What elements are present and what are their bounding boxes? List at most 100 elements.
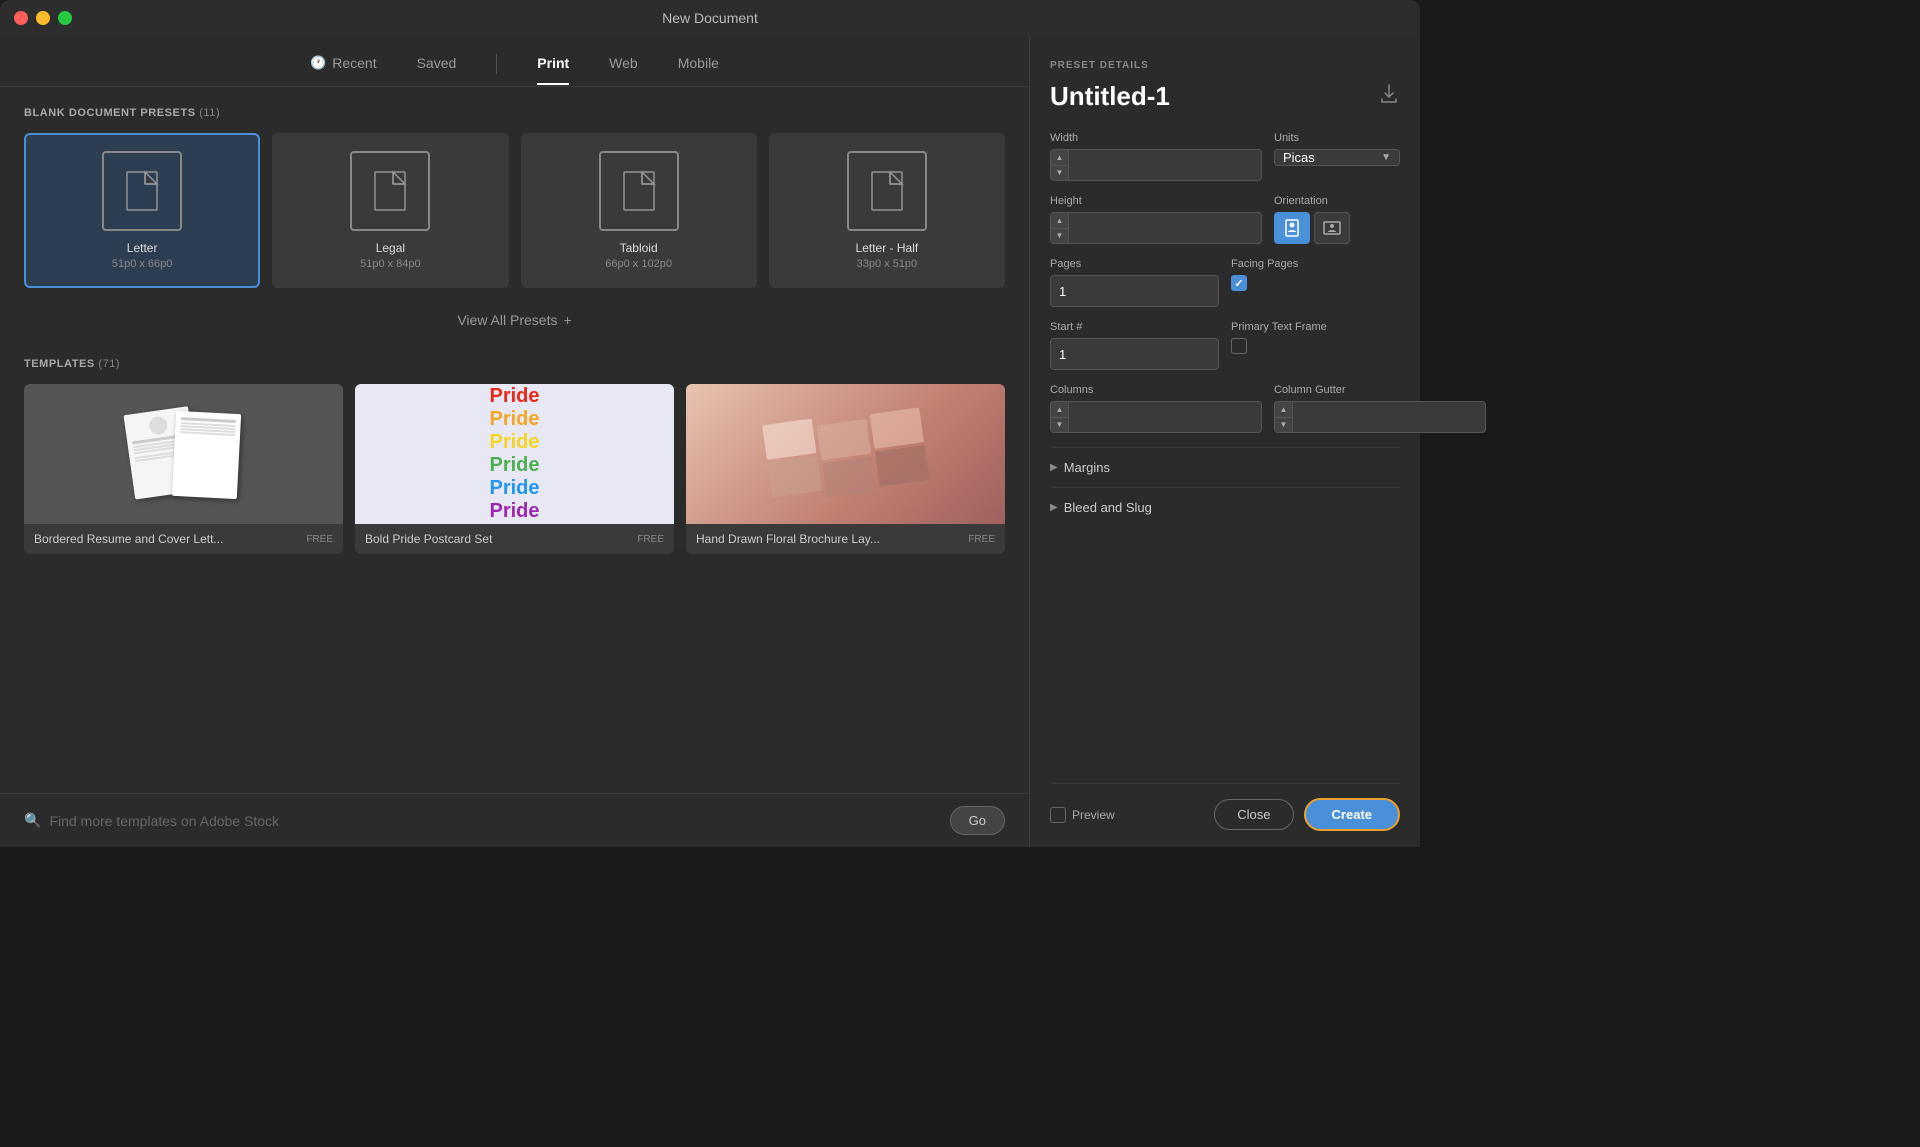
stock-search-bar: 🔍 Find more templates on Adobe Stock Go (0, 793, 1029, 847)
columns-down[interactable]: ▼ (1051, 418, 1068, 433)
templates-label: TEMPLATES (24, 358, 95, 370)
facing-pages-checkbox[interactable]: ✓ (1231, 275, 1247, 291)
templates-grid: Bordered Resume and Cover Lett... FREE P… (24, 384, 1005, 554)
bleed-slug-collapsible: ▶ Bleed and Slug (1050, 487, 1400, 527)
start-hash-value: 1 (1059, 347, 1066, 362)
recent-icon: 🕐 (310, 55, 326, 71)
preset-letter-icon (102, 151, 182, 231)
search-icon: 🔍 (24, 812, 41, 829)
preview-checkbox[interactable] (1050, 807, 1066, 823)
tab-web-label: Web (609, 55, 638, 71)
preset-legal[interactable]: Legal 51p0 x 84p0 (272, 133, 508, 288)
window-title: New Document (662, 10, 758, 26)
columns-up[interactable]: ▲ (1051, 402, 1068, 418)
templates-section-header: TEMPLATES (71) (24, 358, 1005, 370)
width-stepper[interactable]: ▲ ▼ (1051, 150, 1069, 180)
presets-grid: Letter 51p0 x 66p0 Legal 51p0 x 84p (24, 133, 1005, 288)
template-floral[interactable]: Hand Drawn Floral Brochure Lay... FREE (686, 384, 1005, 554)
preset-letter[interactable]: Letter 51p0 x 66p0 (24, 133, 260, 288)
facing-pages-group: Facing Pages ✓ (1231, 258, 1400, 291)
pages-facing-row: Pages 1 Facing Pages ✓ (1050, 258, 1400, 307)
columns-stepper[interactable]: ▲ ▼ (1051, 402, 1069, 432)
width-units-row: Width ▲ ▼ 51p0 Units Picas ▼ (1050, 132, 1400, 181)
height-field[interactable]: ▲ ▼ 66p0 (1050, 212, 1262, 244)
width-up[interactable]: ▲ (1051, 150, 1068, 166)
content-area: BLANK DOCUMENT PRESETS (11) Letter (0, 87, 1029, 793)
template-pride-thumb: Pride Pride Pride Pride Pride Pride (355, 384, 674, 524)
view-all-presets-button[interactable]: View All Presets + (24, 302, 1005, 338)
facing-pages-label: Facing Pages (1231, 258, 1400, 270)
close-button[interactable]: Close (1214, 799, 1293, 830)
tab-print-label: Print (537, 55, 569, 71)
template-resume-name: Bordered Resume and Cover Lett... (34, 532, 223, 546)
start-hash-field[interactable]: 1 (1050, 338, 1219, 370)
units-select[interactable]: Picas ▼ (1274, 149, 1400, 166)
preset-legal-size: 51p0 x 84p0 (360, 258, 421, 270)
tabs-bar: 🕐 Recent Saved Print Web Mobile (0, 36, 1029, 87)
width-label: Width (1050, 132, 1262, 144)
minimize-traffic-light[interactable] (36, 11, 50, 25)
bottom-row: Preview Close Create (1050, 783, 1400, 831)
column-gutter-down[interactable]: ▼ (1275, 418, 1292, 433)
primary-text-checkbox[interactable] (1231, 338, 1247, 354)
preset-letter-size: 51p0 x 66p0 (112, 258, 173, 270)
blanks-count: (11) (199, 107, 220, 119)
landscape-button[interactable] (1314, 212, 1350, 244)
height-input[interactable]: 66p0 (1069, 221, 1261, 236)
height-group: Height ▲ ▼ 66p0 (1050, 195, 1262, 244)
close-traffic-light[interactable] (14, 11, 28, 25)
pages-field[interactable]: 1 (1050, 275, 1219, 307)
units-group: Units Picas ▼ (1274, 132, 1400, 166)
preset-letter-half[interactable]: Letter - Half 33p0 x 51p0 (769, 133, 1005, 288)
height-down[interactable]: ▼ (1051, 229, 1068, 244)
template-pride-name: Bold Pride Postcard Set (365, 532, 492, 546)
tab-web[interactable]: Web (609, 55, 638, 85)
bleed-slug-header[interactable]: ▶ Bleed and Slug (1050, 500, 1400, 515)
template-pride[interactable]: Pride Pride Pride Pride Pride Pride Bold… (355, 384, 674, 554)
width-down[interactable]: ▼ (1051, 166, 1068, 181)
columns-label: Columns (1050, 384, 1262, 396)
facing-pages-checkbox-row: ✓ (1231, 275, 1400, 291)
stock-search-input-area[interactable]: 🔍 Find more templates on Adobe Stock (24, 812, 940, 829)
left-panel: 🕐 Recent Saved Print Web Mobile BLANK DO… (0, 36, 1030, 847)
bleed-slug-arrow: ▶ (1050, 502, 1058, 513)
column-gutter-stepper[interactable]: ▲ ▼ (1275, 402, 1293, 432)
template-resume[interactable]: Bordered Resume and Cover Lett... FREE (24, 384, 343, 554)
columns-input[interactable]: 1 (1069, 410, 1261, 425)
column-gutter-field[interactable]: ▲ ▼ 1p0 (1274, 401, 1486, 433)
maximize-traffic-light[interactable] (58, 11, 72, 25)
save-preset-icon[interactable] (1378, 83, 1400, 111)
tab-print[interactable]: Print (537, 55, 569, 85)
column-gutter-up[interactable]: ▲ (1275, 402, 1292, 418)
template-floral-badge: FREE (968, 534, 995, 545)
tab-mobile[interactable]: Mobile (678, 55, 719, 85)
pages-group: Pages 1 (1050, 258, 1219, 307)
portrait-button[interactable] (1274, 212, 1310, 244)
traffic-lights (14, 11, 72, 25)
preset-tabloid-icon (599, 151, 679, 231)
column-gutter-input[interactable]: 1p0 (1293, 410, 1485, 425)
height-up[interactable]: ▲ (1051, 213, 1068, 229)
units-label: Units (1274, 132, 1400, 144)
units-value: Picas (1283, 150, 1315, 165)
preset-legal-icon (350, 151, 430, 231)
column-gutter-group: Column Gutter ▲ ▼ 1p0 (1274, 384, 1486, 433)
columns-field[interactable]: ▲ ▼ 1 (1050, 401, 1262, 433)
margins-collapsible: ▶ Margins (1050, 447, 1400, 487)
preset-tabloid[interactable]: Tabloid 66p0 x 102p0 (521, 133, 757, 288)
width-group: Width ▲ ▼ 51p0 (1050, 132, 1262, 181)
margins-header[interactable]: ▶ Margins (1050, 460, 1400, 475)
bleed-slug-label: Bleed and Slug (1064, 500, 1152, 515)
width-field[interactable]: ▲ ▼ 51p0 (1050, 149, 1262, 181)
width-input[interactable]: 51p0 (1069, 158, 1261, 173)
stock-go-button[interactable]: Go (950, 806, 1005, 835)
orientation-buttons (1274, 212, 1400, 244)
tab-mobile-label: Mobile (678, 55, 719, 71)
tab-recent[interactable]: 🕐 Recent (310, 55, 377, 85)
template-resume-info: Bordered Resume and Cover Lett... FREE (24, 524, 343, 554)
create-button[interactable]: Create (1304, 798, 1400, 831)
tab-saved[interactable]: Saved (417, 55, 457, 85)
preview-label: Preview (1072, 808, 1115, 822)
height-stepper[interactable]: ▲ ▼ (1051, 213, 1069, 243)
tab-saved-label: Saved (417, 55, 457, 71)
